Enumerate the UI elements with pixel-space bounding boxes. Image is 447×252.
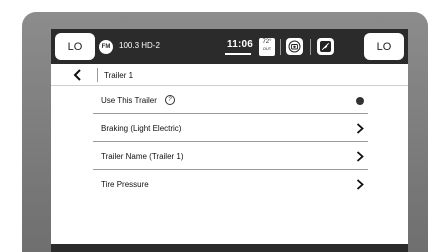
- status-separator: [280, 39, 281, 55]
- setting-row-tire-pressure[interactable]: Tire Pressure: [93, 171, 368, 198]
- climate-glyph: [320, 41, 331, 52]
- info-icon[interactable]: ?: [164, 95, 175, 105]
- row-control: [356, 115, 364, 142]
- setting-label-wrap: Trailer Name (Trailer 1): [93, 152, 184, 161]
- setting-row-trailer-name[interactable]: Trailer Name (Trailer 1): [93, 143, 368, 170]
- radio-selected-icon[interactable]: [356, 96, 364, 105]
- passenger-temp-value: LO: [376, 40, 392, 53]
- page-title: Trailer 1: [104, 71, 134, 80]
- outside-temp-label: OUT: [262, 46, 272, 51]
- chevron-right-icon: [356, 179, 364, 190]
- status-separator: [310, 39, 311, 55]
- setting-label-wrap: Braking (Light Electric): [93, 124, 181, 133]
- row-control: [356, 171, 364, 198]
- fm-source-icon: FM: [99, 40, 113, 54]
- clock: 11:06: [227, 39, 254, 50]
- status-bar: LO FM 100.3 HD-2 11:06 72° OUT LO: [51, 29, 408, 64]
- passenger-temp-button[interactable]: LO: [364, 33, 404, 60]
- row-control: [356, 143, 364, 170]
- setting-label: Braking (Light Electric): [101, 123, 182, 133]
- setting-label: Trailer Name (Trailer 1): [101, 151, 184, 161]
- driver-temp-button[interactable]: LO: [55, 33, 95, 60]
- chevron-right-icon: [356, 123, 364, 134]
- setting-label-wrap: Tire Pressure: [93, 180, 149, 189]
- camera-glyph: [288, 40, 301, 53]
- setting-row-use-this-trailer[interactable]: Use This Trailer ?: [93, 87, 368, 114]
- chevron-left-icon: [73, 69, 81, 81]
- driver-temp-value: LO: [67, 40, 83, 53]
- climate-off-icon[interactable]: [317, 38, 334, 55]
- chevron-right-icon: [356, 151, 364, 162]
- setting-label: Tire Pressure: [101, 180, 149, 189]
- bottom-bar: [51, 244, 408, 252]
- setting-label-wrap: Use This Trailer ?: [93, 95, 175, 105]
- row-control: [356, 87, 364, 114]
- clock-underline: [225, 53, 251, 55]
- outside-temp-value: 72°: [262, 39, 272, 45]
- setting-row-braking[interactable]: Braking (Light Electric): [93, 115, 368, 142]
- back-button[interactable]: [67, 66, 87, 84]
- touchscreen: LO FM 100.3 HD-2 11:06 72° OUT LO Traile…: [51, 29, 408, 252]
- nav-divider: [97, 68, 98, 82]
- setting-label: Use This Trailer: [101, 95, 157, 105]
- outside-temp-badge: 72° OUT: [259, 38, 275, 56]
- nav-bar: Trailer 1: [51, 64, 408, 86]
- station-label[interactable]: 100.3 HD-2: [119, 41, 160, 50]
- camera-icon[interactable]: [286, 38, 303, 55]
